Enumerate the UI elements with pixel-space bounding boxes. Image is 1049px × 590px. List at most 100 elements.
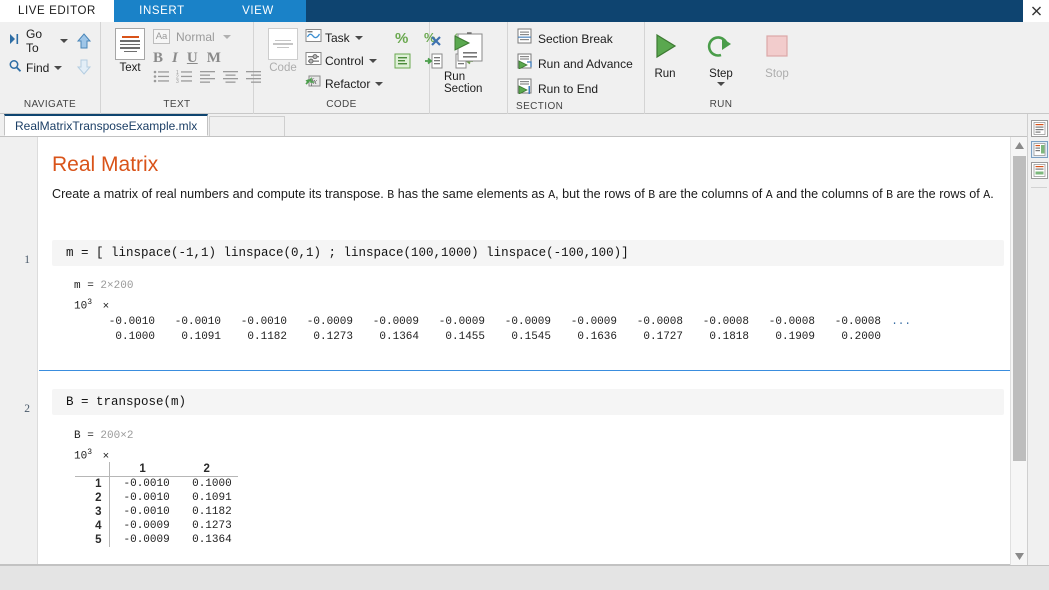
table-row-index: 2 <box>75 491 110 505</box>
run-section-label: Run Section <box>444 71 483 95</box>
line-number-2: 2 <box>24 403 30 415</box>
chevron-down-icon[interactable] <box>222 34 231 39</box>
section-break-button[interactable]: Section Break <box>516 27 633 50</box>
bulleted-list-icon[interactable] <box>153 70 170 88</box>
run-section-button[interactable]: Run Section <box>438 30 499 95</box>
chevron-down-icon[interactable] <box>54 66 63 70</box>
align-left-icon[interactable] <box>199 70 216 88</box>
step-button[interactable]: Step <box>700 29 742 86</box>
output-right-icon[interactable] <box>1031 141 1048 158</box>
step-icon <box>706 31 736 66</box>
matrix-value: -0.0009 <box>372 316 419 328</box>
matrix-value: 0.1364 <box>379 331 419 343</box>
vertical-scrollbar[interactable] <box>1010 137 1027 565</box>
chevron-down-icon[interactable] <box>375 82 384 86</box>
chevron-down-icon[interactable] <box>60 39 68 43</box>
code-cell-1[interactable]: m = [ linspace(-1,1) linspace(0,1) ; lin… <box>52 240 1004 266</box>
matrix-ellipsis-empty <box>881 331 911 343</box>
tab-insert[interactable]: INSERT <box>113 0 210 22</box>
ribbon-group-text-label: TEXT <box>163 99 191 110</box>
refactor-button[interactable]: fx Refactor <box>305 73 385 95</box>
italic-button[interactable]: I <box>172 50 178 67</box>
arrow-up-icon[interactable] <box>76 33 92 55</box>
stop-button[interactable]: Stop <box>756 29 798 80</box>
stop-button-label: Stop <box>765 68 789 80</box>
document-tab-placeholder <box>209 116 286 136</box>
scrollbar-thumb[interactable] <box>1013 156 1026 461</box>
section-break-icon <box>516 28 533 49</box>
code-cell-2[interactable]: B = transpose(m) <box>52 389 1004 415</box>
output-hidden-icon[interactable] <box>1031 162 1048 179</box>
output-1-scale-base: 10 <box>74 300 88 313</box>
run-to-end-button[interactable]: Run to End <box>516 77 633 100</box>
chevron-down-icon[interactable] <box>368 59 377 63</box>
arrow-down-icon[interactable] <box>76 59 92 81</box>
task-label: Task <box>325 31 350 45</box>
status-bar <box>0 565 1049 590</box>
matrix-value: 0.1455 <box>445 331 485 343</box>
paragraph-text: Create a matrix of real numbers and comp… <box>52 187 388 201</box>
scroll-up-icon[interactable] <box>1011 137 1028 154</box>
underline-button[interactable]: U <box>187 50 198 67</box>
run-button-label: Run <box>654 68 676 80</box>
tab-live-editor[interactable]: LIVE EDITOR <box>0 0 114 22</box>
tab-view[interactable]: VIEW <box>209 0 306 22</box>
output-1-row-2: 0.1000 0.1091 0.1182 0.1273 0.1364 0.1455 0.15… <box>89 331 911 343</box>
table-cell: -0.0010 <box>123 492 170 504</box>
table-column-header: 2 <box>203 463 210 475</box>
find-button[interactable]: Find <box>8 57 70 79</box>
matrix-value: -0.0010 <box>174 316 221 328</box>
step-button-label: Step <box>709 68 733 80</box>
task-icon <box>305 28 322 48</box>
code-icon <box>268 28 298 60</box>
output-inline-icon[interactable] <box>1031 120 1048 137</box>
panel-divider <box>1031 187 1047 188</box>
matrix-value: -0.0009 <box>438 316 485 328</box>
paragraph-text: are the rows of <box>892 187 984 201</box>
smart-indent-icon[interactable] <box>393 52 412 75</box>
align-center-icon[interactable] <box>222 70 239 88</box>
search-icon <box>8 59 23 78</box>
matrix-value: 0.1273 <box>313 331 353 343</box>
text-icon <box>115 28 145 60</box>
chevron-down-icon[interactable] <box>354 36 363 40</box>
text-button[interactable]: Text <box>109 26 151 74</box>
go-to-button[interactable]: Go To <box>8 27 70 55</box>
ribbon-group-run-label: RUN <box>709 99 733 110</box>
task-button[interactable]: Task <box>305 27 385 49</box>
table-column-header: 1 <box>139 463 146 475</box>
table-row-index: 5 <box>75 533 110 547</box>
close-icon[interactable] <box>1023 0 1049 22</box>
code-button[interactable]: Code <box>262 26 304 74</box>
table-row-index: 4 <box>75 519 110 533</box>
ribbon-group-section-label: SECTION <box>516 101 564 112</box>
numbered-list-icon[interactable]: 123 <box>176 70 193 88</box>
run-button[interactable]: Run <box>644 29 686 80</box>
matrix-value: -0.0010 <box>240 316 287 328</box>
control-button[interactable]: Control <box>305 50 385 72</box>
paragraph-style-value[interactable]: Normal <box>176 30 215 44</box>
matrix-value: 0.1818 <box>709 331 749 343</box>
document-body[interactable]: Real Matrix Create a matrix of real numb… <box>39 137 1027 564</box>
chevron-down-icon[interactable] <box>717 82 725 86</box>
table-cell: -0.0010 <box>123 478 170 490</box>
output-1-header: m = 2×200 <box>74 280 134 292</box>
monospace-button[interactable]: M <box>207 50 221 67</box>
scroll-down-icon[interactable] <box>1011 548 1028 565</box>
table-row: 2 -0.0010 0.1091 <box>75 491 238 505</box>
run-section-icon <box>452 32 486 69</box>
comment-icon[interactable]: % <box>393 29 412 52</box>
bold-button[interactable]: B <box>153 50 163 67</box>
tab-live-editor-label: LIVE EDITOR <box>18 5 96 17</box>
run-icon <box>650 31 680 66</box>
line-number-1: 1 <box>24 254 30 266</box>
code-cell-2-text: B = transpose(m) <box>66 395 187 409</box>
style-aa-icon[interactable]: Aa <box>153 29 170 44</box>
table-corner <box>75 462 110 477</box>
matrix-value: -0.0009 <box>570 316 617 328</box>
table-row-index: 1 <box>75 476 110 491</box>
document-tab[interactable]: RealMatrixTransposeExample.mlx <box>4 114 209 136</box>
text-button-label: Text <box>119 62 141 74</box>
run-and-advance-button[interactable]: Run and Advance <box>516 52 633 75</box>
control-icon <box>305 51 322 71</box>
